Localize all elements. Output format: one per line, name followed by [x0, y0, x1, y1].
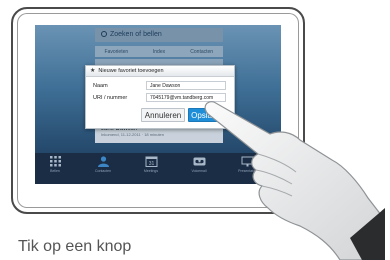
instruction-caption: Tik op een knop	[18, 238, 132, 255]
calendar-icon: 31	[145, 156, 157, 167]
name-label: Naam	[93, 83, 108, 89]
search-placeholder: Zoeken of bellen	[110, 31, 162, 38]
search-icon	[101, 31, 107, 37]
cancel-button[interactable]: Annuleren	[141, 108, 185, 122]
tab-index[interactable]: Index	[138, 49, 181, 55]
tab-favorites[interactable]: Favorieten	[95, 49, 138, 55]
tray-item-call[interactable]: Bellen	[35, 156, 75, 173]
tab-contacts[interactable]: Contacten	[180, 49, 223, 55]
tray-item-contacts[interactable]: Contacten	[83, 156, 123, 173]
tray-label-meetings: Meetings	[143, 169, 159, 173]
tab-bar: Favorieten Index Contacten	[95, 46, 223, 57]
tray-label-contacts: Contacten	[95, 169, 111, 173]
dialog-title: Nieuwe favoriet toevoegen	[98, 68, 164, 74]
tray-label-call: Bellen	[50, 169, 60, 173]
star-icon: ★	[90, 68, 96, 74]
dialog-title-bar: ★ Nieuwe favoriet toevoegen	[86, 66, 234, 77]
uri-label: URI / nummer	[93, 95, 128, 101]
person-icon	[97, 156, 109, 167]
svg-text:31: 31	[148, 161, 154, 167]
search-field[interactable]: Zoeken of bellen	[95, 28, 223, 42]
illustration: Zoeken of bellen Favorieten Index Contac…	[0, 0, 390, 260]
keypad-icon	[49, 156, 61, 167]
pointing-hand-illustration	[204, 101, 385, 260]
tray-item-meetings[interactable]: 31 Meetings	[131, 156, 171, 173]
